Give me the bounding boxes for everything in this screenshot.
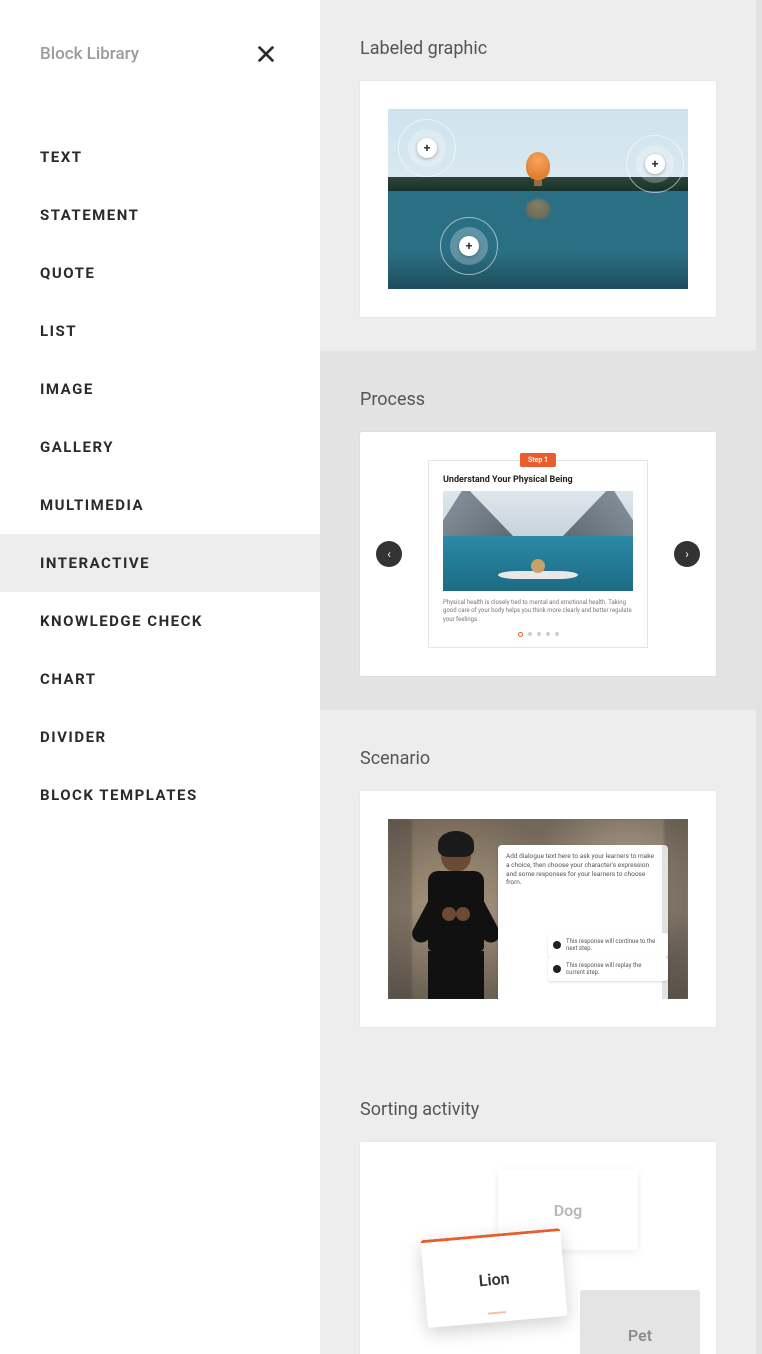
sidebar: Block Library TEXT STATEMENT QUOTE LIST …	[0, 0, 320, 1354]
sorting-card-lion[interactable]: Lion	[420, 1228, 567, 1328]
nav-item-image[interactable]: IMAGE	[0, 360, 320, 418]
nav-item-divider[interactable]: DIVIDER	[0, 708, 320, 766]
nav-item-text[interactable]: TEXT	[0, 128, 320, 186]
nav-item-block-templates[interactable]: BLOCK TEMPLATES	[0, 766, 320, 824]
character-body-graphic	[428, 871, 484, 951]
character-head-graphic	[441, 833, 471, 871]
character-hand-graphic	[442, 907, 456, 921]
preview-sorting: Dog Lion Pet	[360, 1142, 716, 1354]
main-content[interactable]: Labeled graphic + + + Process	[320, 0, 762, 1354]
sidebar-title: Block Library	[40, 44, 139, 64]
mountain-graphic	[443, 491, 513, 536]
sorting-canvas: Dog Lion Pet	[388, 1162, 688, 1354]
nav-item-chart[interactable]: CHART	[0, 650, 320, 708]
close-button[interactable]	[252, 40, 280, 68]
block-title: Scenario	[360, 748, 716, 769]
labeled-graphic-image: + + +	[388, 109, 688, 289]
preview-scenario: Add dialogue text here to ask your learn…	[360, 791, 716, 1027]
nav-item-knowledge-check[interactable]: KNOWLEDGE CHECK	[0, 592, 320, 650]
process-step-body: Physical health is closely tied to menta…	[429, 591, 647, 628]
pagination-dot[interactable]	[546, 632, 550, 636]
block-title: Process	[360, 389, 716, 410]
preview-process: ‹ Step 1 Understand Your Physical Being …	[360, 432, 716, 676]
nav-item-multimedia[interactable]: MULTIMEDIA	[0, 476, 320, 534]
block-process[interactable]: Process ‹ Step 1 Understand Your Physica…	[320, 351, 756, 710]
chevron-left-icon: ‹	[387, 547, 391, 561]
nav-item-interactive[interactable]: INTERACTIVE	[0, 534, 320, 592]
scenario-character	[416, 829, 496, 999]
chevron-right-icon: ›	[685, 547, 689, 561]
block-labeled-graphic[interactable]: Labeled graphic + + +	[320, 0, 756, 351]
process-step-image	[443, 491, 633, 591]
hotspot-marker[interactable]: +	[636, 145, 674, 183]
scenario-choice[interactable]: This response will continue to the next …	[548, 933, 668, 957]
nav-item-quote[interactable]: QUOTE	[0, 244, 320, 302]
hotspot-marker[interactable]: +	[408, 129, 446, 167]
mountain-graphic	[563, 491, 633, 536]
scenario-image: Add dialogue text here to ask your learn…	[388, 819, 688, 999]
nav-item-gallery[interactable]: GALLERY	[0, 418, 320, 476]
pagination-dot[interactable]	[528, 632, 532, 636]
pagination-dot[interactable]	[555, 632, 559, 636]
character-hand-graphic	[456, 907, 470, 921]
plus-icon: +	[645, 154, 665, 174]
sorting-pile-pet[interactable]: Pet	[580, 1290, 700, 1354]
block-sorting-activity[interactable]: Sorting activity Dog Lion Pet	[320, 1061, 756, 1354]
sidebar-header: Block Library	[0, 40, 320, 128]
balloon-graphic	[526, 152, 550, 180]
close-icon	[255, 43, 277, 65]
process-pagination	[429, 628, 647, 637]
block-title: Sorting activity	[360, 1099, 716, 1120]
pagination-dot[interactable]	[537, 632, 541, 636]
process-wrapper: ‹ Step 1 Understand Your Physical Being …	[380, 460, 696, 648]
block-scenario[interactable]: Scenario Add dialogue text here to ask y…	[320, 710, 756, 1061]
sidebar-nav: TEXT STATEMENT QUOTE LIST IMAGE GALLERY …	[0, 128, 320, 824]
process-prev-button[interactable]: ‹	[376, 541, 402, 567]
step-badge: Step 1	[520, 453, 556, 467]
balloon-reflection-graphic	[526, 199, 550, 219]
hotspot-marker[interactable]: +	[450, 227, 488, 265]
character-legs-graphic	[428, 951, 484, 999]
kayaker-graphic	[531, 559, 545, 573]
preview-labeled-graphic: + + +	[360, 81, 716, 317]
pagination-dot-active[interactable]	[518, 632, 523, 637]
scenario-choice[interactable]: This response will replay the current st…	[548, 957, 668, 981]
nav-item-statement[interactable]: STATEMENT	[0, 186, 320, 244]
process-step-card: Step 1 Understand Your Physical Being Ph…	[428, 460, 648, 648]
plus-icon: +	[417, 138, 437, 158]
character-hair-graphic	[438, 831, 474, 857]
process-next-button[interactable]: ›	[674, 541, 700, 567]
plus-icon: +	[459, 236, 479, 256]
block-title: Labeled graphic	[360, 38, 716, 59]
nav-item-list[interactable]: LIST	[0, 302, 320, 360]
